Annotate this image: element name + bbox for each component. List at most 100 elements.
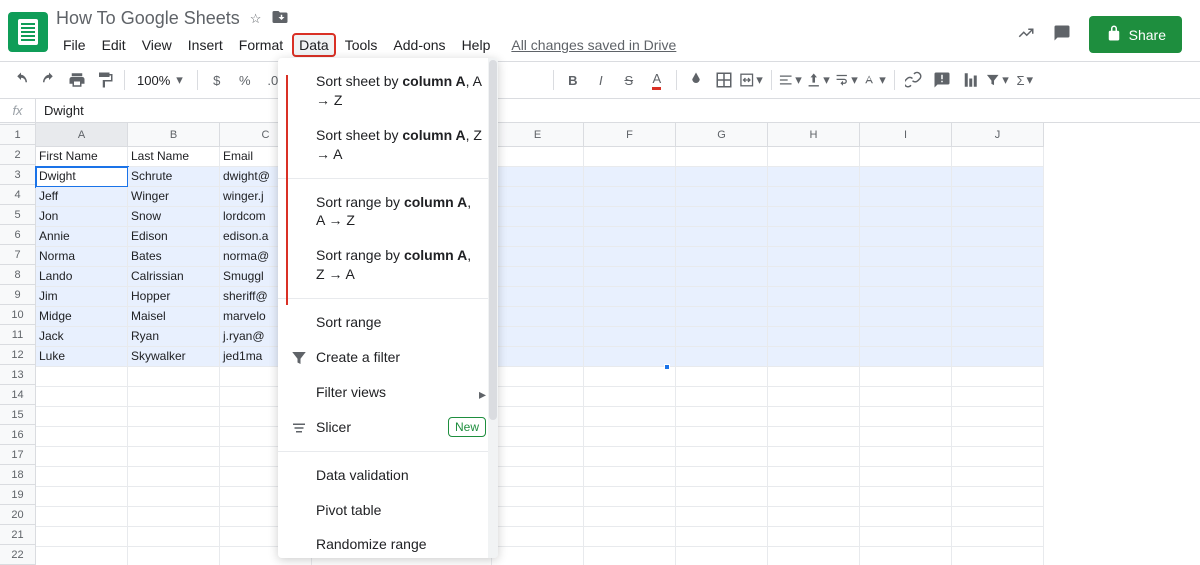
cell[interactable] xyxy=(584,387,676,407)
cell[interactable] xyxy=(584,147,676,167)
menu-item[interactable]: Sort range xyxy=(278,305,498,340)
cell[interactable] xyxy=(768,527,860,547)
cell[interactable]: Midge xyxy=(36,307,128,327)
cell[interactable] xyxy=(768,407,860,427)
row-header[interactable]: 5 xyxy=(0,205,36,225)
cell[interactable]: Jack xyxy=(36,327,128,347)
cell[interactable] xyxy=(492,547,584,565)
cell[interactable]: Ryan xyxy=(128,327,220,347)
cell[interactable] xyxy=(952,387,1044,407)
cell[interactable] xyxy=(860,427,952,447)
cell[interactable] xyxy=(492,287,584,307)
cell[interactable] xyxy=(676,287,768,307)
cell[interactable] xyxy=(768,487,860,507)
cell[interactable] xyxy=(860,487,952,507)
cell[interactable] xyxy=(768,367,860,387)
column-header-g[interactable]: G xyxy=(676,123,768,147)
cell[interactable] xyxy=(492,147,584,167)
move-to-folder-icon[interactable] xyxy=(271,8,289,29)
cell[interactable] xyxy=(768,207,860,227)
cell[interactable] xyxy=(952,147,1044,167)
cell[interactable] xyxy=(36,447,128,467)
cell[interactable] xyxy=(584,307,676,327)
redo-button[interactable] xyxy=(36,67,62,93)
undo-button[interactable] xyxy=(8,67,34,93)
cell[interactable] xyxy=(768,547,860,565)
cell[interactable]: Edison xyxy=(128,227,220,247)
cell[interactable] xyxy=(860,187,952,207)
share-button[interactable]: Share xyxy=(1089,16,1182,53)
cell[interactable] xyxy=(36,467,128,487)
row-header[interactable]: 2 xyxy=(0,145,36,165)
cell[interactable] xyxy=(492,447,584,467)
print-button[interactable] xyxy=(64,67,90,93)
cell[interactable] xyxy=(128,547,220,565)
cell[interactable] xyxy=(36,367,128,387)
cell[interactable] xyxy=(860,387,952,407)
cell[interactable] xyxy=(768,307,860,327)
column-header-b[interactable]: B xyxy=(128,123,220,147)
zoom-select[interactable]: 100%▾ xyxy=(131,72,191,88)
column-header-e[interactable]: E xyxy=(492,123,584,147)
row-header[interactable]: 15 xyxy=(0,405,36,425)
paint-format-button[interactable] xyxy=(92,67,118,93)
cell[interactable]: Schrute xyxy=(128,167,220,187)
cell[interactable] xyxy=(128,407,220,427)
cell[interactable] xyxy=(768,507,860,527)
cell[interactable] xyxy=(492,247,584,267)
currency-button[interactable]: $ xyxy=(204,67,230,93)
cell[interactable] xyxy=(36,427,128,447)
cell[interactable] xyxy=(768,247,860,267)
cell[interactable] xyxy=(676,527,768,547)
menu-item[interactable]: Data validation xyxy=(278,458,498,493)
cell[interactable] xyxy=(860,347,952,367)
cell[interactable] xyxy=(860,527,952,547)
cell[interactable] xyxy=(36,547,128,565)
cell[interactable] xyxy=(128,447,220,467)
cell[interactable] xyxy=(128,367,220,387)
cell[interactable] xyxy=(492,227,584,247)
cell[interactable] xyxy=(768,287,860,307)
cell[interactable] xyxy=(492,427,584,447)
menu-item[interactable]: Sort sheet by column A, Z → A xyxy=(278,118,498,172)
cell[interactable] xyxy=(676,387,768,407)
cell[interactable] xyxy=(492,367,584,387)
cell[interactable] xyxy=(768,447,860,467)
cell[interactable] xyxy=(676,367,768,387)
menu-help[interactable]: Help xyxy=(455,33,498,57)
cell[interactable] xyxy=(768,227,860,247)
cell[interactable] xyxy=(952,167,1044,187)
cell[interactable] xyxy=(860,507,952,527)
column-header-j[interactable]: J xyxy=(952,123,1044,147)
cell[interactable] xyxy=(860,167,952,187)
menu-item[interactable]: Sort sheet by column A, A → Z xyxy=(278,64,498,118)
cell[interactable] xyxy=(584,447,676,467)
cell[interactable] xyxy=(492,207,584,227)
cell[interactable] xyxy=(860,247,952,267)
cell[interactable] xyxy=(952,427,1044,447)
row-header[interactable]: 12 xyxy=(0,345,36,365)
cell[interactable] xyxy=(492,467,584,487)
cell[interactable] xyxy=(860,447,952,467)
comments-icon[interactable] xyxy=(1053,24,1071,45)
cell[interactable] xyxy=(128,387,220,407)
cell[interactable]: Maisel xyxy=(128,307,220,327)
cell[interactable]: Dwight xyxy=(36,167,128,187)
insert-chart-button[interactable] xyxy=(957,67,983,93)
star-icon[interactable]: ☆ xyxy=(250,11,262,27)
cell[interactable] xyxy=(952,327,1044,347)
row-header[interactable]: 17 xyxy=(0,445,36,465)
cell[interactable] xyxy=(676,347,768,367)
row-header[interactable]: 7 xyxy=(0,245,36,265)
cell[interactable]: Hopper xyxy=(128,287,220,307)
cell[interactable] xyxy=(676,167,768,187)
cell[interactable] xyxy=(952,187,1044,207)
cell[interactable]: Snow xyxy=(128,207,220,227)
cell[interactable] xyxy=(952,467,1044,487)
cell[interactable] xyxy=(36,387,128,407)
row-header[interactable]: 21 xyxy=(0,525,36,545)
text-rotation-button[interactable]: ▾ xyxy=(862,67,888,93)
cell[interactable] xyxy=(952,507,1044,527)
menu-edit[interactable]: Edit xyxy=(95,33,133,57)
cell[interactable] xyxy=(676,487,768,507)
